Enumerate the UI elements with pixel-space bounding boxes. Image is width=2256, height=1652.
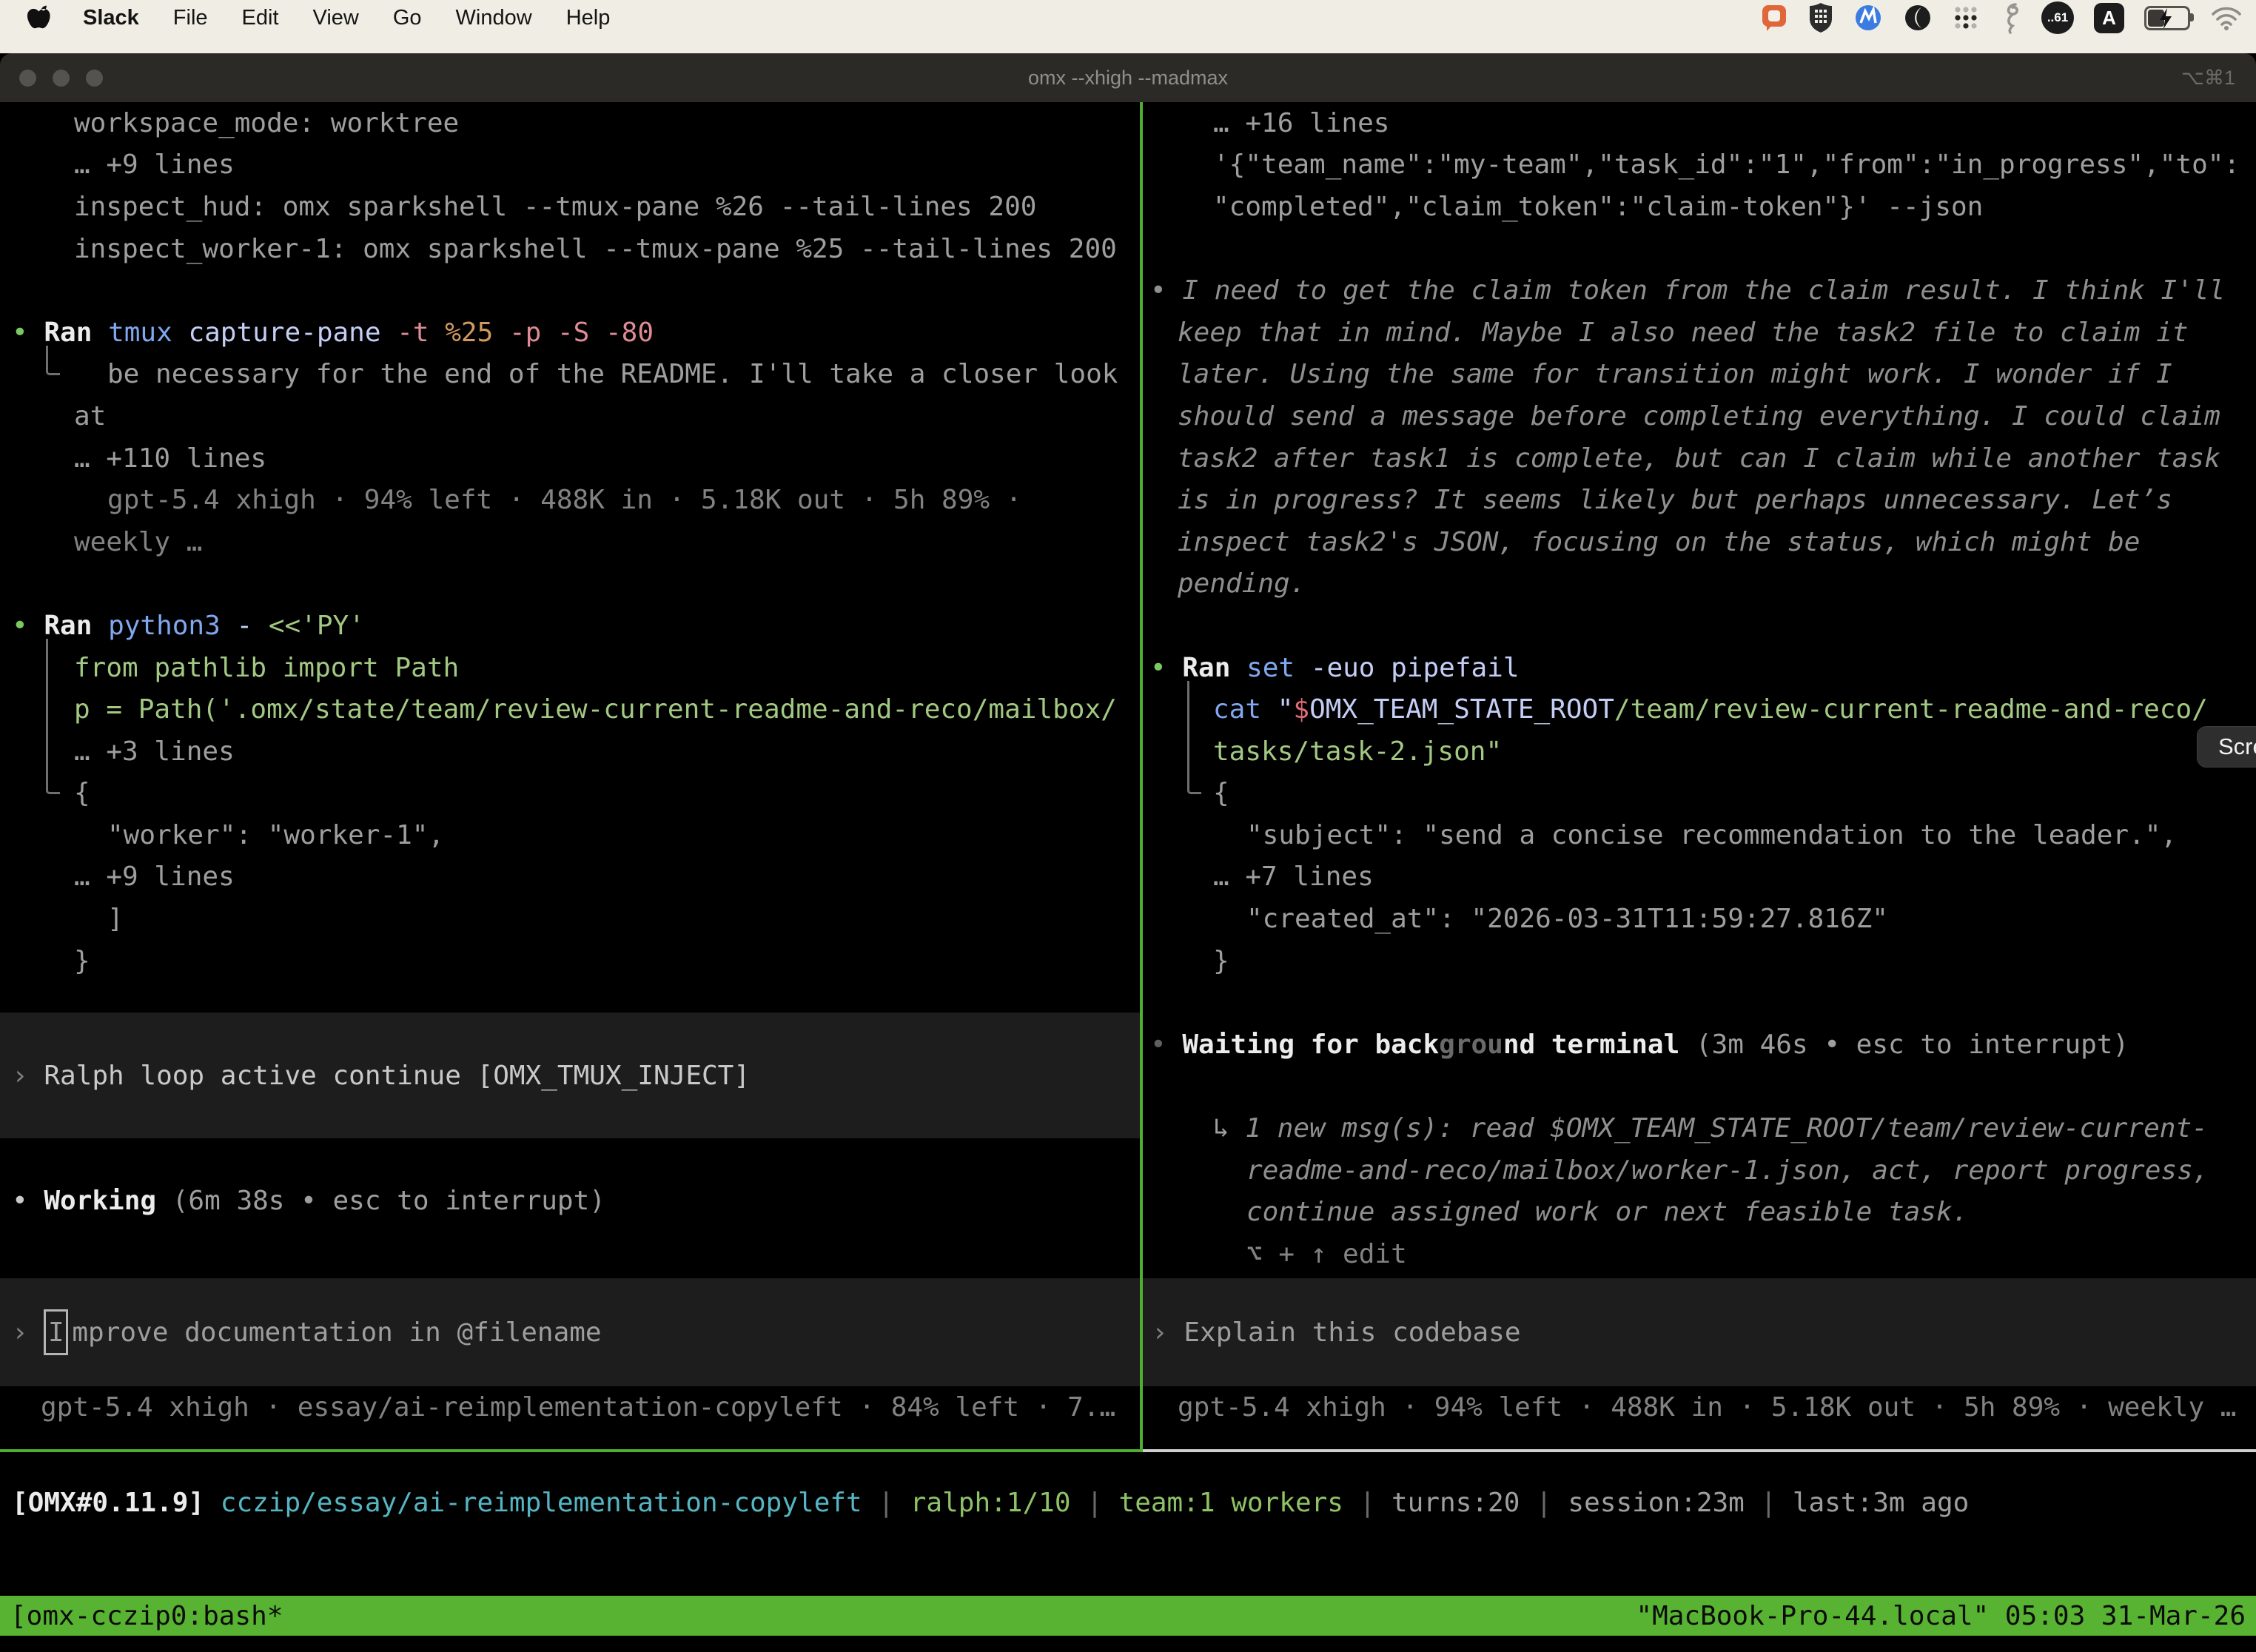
dots-grid-icon[interactable] bbox=[1953, 4, 1979, 31]
right-transcript: … +16 lines'{"team_name":"my-team","task… bbox=[1143, 102, 2256, 1275]
terminal-line: later. Using the same for transition mig… bbox=[1143, 354, 2256, 396]
window-shortcut: ⌥⌘1 bbox=[2181, 67, 2235, 90]
terminal-line: '{"team_name":"my-team","task_id":"1","f… bbox=[1143, 144, 2256, 187]
terminal-line: ⌥ + ↑ edit bbox=[1143, 1233, 2256, 1275]
terminal-line: … +110 lines bbox=[0, 437, 1140, 480]
hook-icon[interactable] bbox=[1999, 1, 2021, 34]
menu-window[interactable]: Window bbox=[456, 6, 532, 30]
battery-percent-badge[interactable]: ..61 bbox=[2041, 1, 2074, 34]
terminal-line: is in progress? It seems likely but perh… bbox=[1143, 479, 2256, 521]
terminal-line: • Waiting for background terminal (3m 46… bbox=[1143, 1024, 2256, 1066]
menu-file[interactable]: File bbox=[173, 6, 208, 30]
prompt-input-left[interactable]: › Improve documentation in @filename bbox=[0, 1278, 1140, 1386]
terminal-line: { bbox=[1143, 773, 2256, 815]
connector-elbow bbox=[46, 639, 60, 794]
window-title-bar: omx --xhigh --madmax ⌥⌘1 bbox=[0, 53, 2256, 102]
screenshot-tooltip: Scre bbox=[2197, 726, 2256, 768]
terminal-line: … +9 lines bbox=[0, 856, 1140, 899]
terminal-line: be necessary for the end of the README. … bbox=[0, 354, 1140, 396]
terminal-line: pending. bbox=[1143, 563, 2256, 605]
menu-view[interactable]: View bbox=[313, 6, 359, 30]
working-status-line: • Working (6m 38s • esc to interrupt) bbox=[0, 1180, 1140, 1222]
window-title: omx --xhigh --madmax bbox=[0, 67, 2256, 90]
pane-divider[interactable] bbox=[1140, 102, 1143, 1452]
menu-app-name[interactable]: Slack bbox=[83, 6, 139, 30]
battery-icon[interactable] bbox=[2144, 6, 2190, 30]
terminal-line: { bbox=[0, 773, 1140, 815]
terminal-line bbox=[0, 269, 1140, 312]
terminal-line: inspect_worker-1: omx sparkshell --tmux-… bbox=[0, 228, 1140, 270]
tmux-pane-worker[interactable]: … +16 lines'{"team_name":"my-team","task… bbox=[1143, 102, 2256, 1452]
terminal-line: } bbox=[0, 940, 1140, 982]
terminal-line: keep that in mind. Maybe I also need the… bbox=[1143, 312, 2256, 354]
terminal-line: "created_at": "2026-03-31T11:59:27.816Z" bbox=[1143, 898, 2256, 940]
terminal-line: ↳ 1 new msg(s): read $OMX_TEAM_STATE_ROO… bbox=[1143, 1107, 2256, 1149]
inject-banner: › Ralph loop active continue [OMX_TMUX_I… bbox=[0, 1013, 1140, 1138]
terminal-line: } bbox=[1143, 940, 2256, 982]
omx-status-line: [OMX#0.11.9] cczip/essay/ai-reimplementa… bbox=[0, 1482, 2256, 1524]
prompt-input-right[interactable]: › Explain this codebase bbox=[1143, 1278, 2256, 1386]
screen: Slack File Edit View Go Window Help bbox=[0, 0, 2256, 1652]
terminal-line: should send a message before completing … bbox=[1143, 395, 2256, 437]
terminal-line: task2 after task1 is complete, but can I… bbox=[1143, 437, 2256, 480]
terminal-line bbox=[1143, 605, 2256, 647]
model-status-line-right: gpt-5.4 xhigh · 94% left · 488K in · 5.1… bbox=[1143, 1386, 2256, 1428]
tmux-status-bar: [omx-cczip0:bash* "MacBook-Pro-44.local"… bbox=[0, 1596, 2256, 1636]
wifi-icon[interactable] bbox=[2210, 5, 2243, 30]
apple-menu-icon[interactable] bbox=[25, 3, 52, 33]
terminal-line: … +3 lines bbox=[0, 731, 1140, 773]
left-transcript: workspace_mode: worktree… +9 linesinspec… bbox=[0, 102, 1140, 981]
terminal-line: gpt-5.4 xhigh · 94% left · 488K in · 5.1… bbox=[0, 479, 1140, 521]
menu-edit[interactable]: Edit bbox=[242, 6, 279, 30]
menu-bar-status-icons: ..61 A bbox=[1762, 0, 2243, 36]
terminal-line: inspect_hud: omx sparkshell --tmux-pane … bbox=[0, 186, 1140, 228]
terminal-line: • I need to get the claim token from the… bbox=[1143, 269, 2256, 312]
terminal-line: "subject": "send a concise recommendatio… bbox=[1143, 814, 2256, 856]
chat-icon[interactable] bbox=[1762, 4, 1788, 32]
terminal-line: inspect task2's JSON, focusing on the st… bbox=[1143, 521, 2256, 563]
menu-help[interactable]: Help bbox=[566, 6, 611, 30]
connector-elbow bbox=[46, 346, 60, 375]
terminal-line: … +16 lines bbox=[1143, 102, 2256, 144]
terminal-line: • Ran python3 - <<'PY' bbox=[0, 605, 1140, 647]
tmux-pane-hud[interactable]: workspace_mode: worktree… +9 linesinspec… bbox=[0, 102, 1140, 1452]
shield-icon[interactable] bbox=[1808, 2, 1833, 33]
terminal-line: continue assigned work or next feasible … bbox=[1143, 1191, 2256, 1233]
menu-bar: Slack File Edit View Go Window Help bbox=[0, 0, 2256, 36]
terminal-line: from pathlib import Path bbox=[0, 647, 1140, 689]
terminal-line bbox=[1143, 981, 2256, 1024]
terminal-line: • Ran set -euo pipefail bbox=[1143, 647, 2256, 689]
input-placeholder: mprove documentation in @filename bbox=[72, 1317, 601, 1348]
crescent-icon[interactable] bbox=[1903, 3, 1933, 33]
terminal-line: at bbox=[0, 395, 1140, 437]
terminal-line: … +9 lines bbox=[0, 144, 1140, 187]
terminal-line: "completed","claim_token":"claim-token"}… bbox=[1143, 186, 2256, 228]
menu-go[interactable]: Go bbox=[393, 6, 422, 30]
connector-elbow bbox=[1187, 681, 1201, 794]
terminal-line: cat "$OMX_TEAM_STATE_ROOT/team/review-cu… bbox=[1143, 688, 2256, 731]
tmux-host-clock: "MacBook-Pro-44.local" 05:03 31-Mar-26 bbox=[1636, 1601, 2246, 1631]
terminal-line: • Ran tmux capture-pane -t %25 -p -S -80 bbox=[0, 312, 1140, 354]
terminal-line bbox=[1143, 228, 2256, 270]
vpn-icon[interactable] bbox=[1853, 3, 1883, 33]
terminal-line: workspace_mode: worktree bbox=[0, 102, 1140, 144]
terminal-line: tasks/task-2.json" bbox=[1143, 731, 2256, 773]
terminal-line: "worker": "worker-1", bbox=[0, 814, 1140, 856]
model-status-line-left: gpt-5.4 xhigh · essay/ai-reimplementatio… bbox=[0, 1386, 1140, 1428]
keyboard-layout-icon[interactable]: A bbox=[2094, 3, 2124, 33]
terminal-line: readme-and-reco/mailbox/worker-1.json, a… bbox=[1143, 1149, 2256, 1192]
terminal-line: p = Path('.omx/state/team/review-current… bbox=[0, 688, 1140, 731]
terminal-line bbox=[1143, 1066, 2256, 1108]
terminal-line: ] bbox=[0, 898, 1140, 940]
text-cursor: I bbox=[44, 1309, 68, 1355]
terminal-line: … +7 lines bbox=[1143, 856, 2256, 899]
prompt-chevron: › bbox=[12, 1317, 44, 1348]
tmux-session-name: [omx-cczip0:bash* bbox=[10, 1601, 283, 1631]
terminal-line: weekly … bbox=[0, 521, 1140, 563]
terminal-line bbox=[0, 563, 1140, 605]
